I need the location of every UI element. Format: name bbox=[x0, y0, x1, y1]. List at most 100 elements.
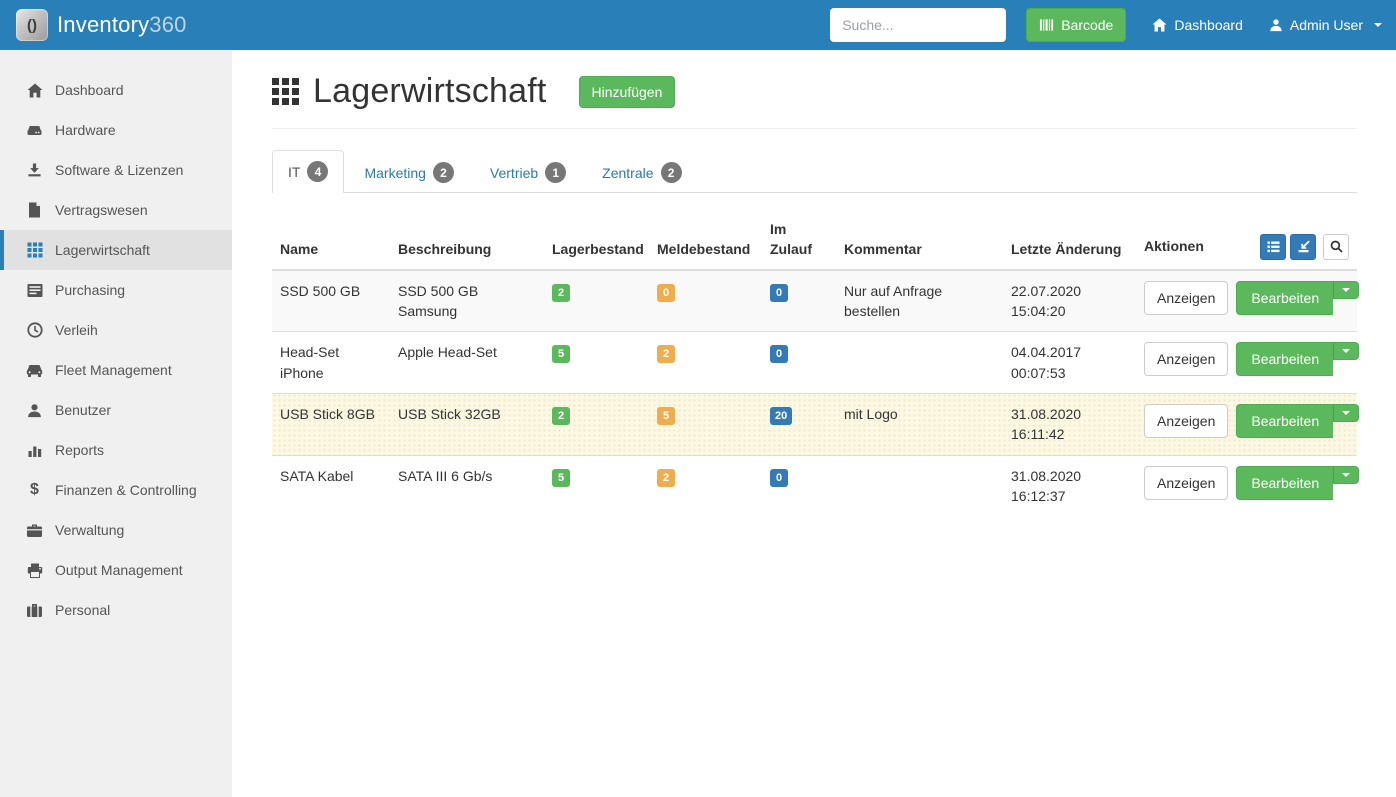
sidebar-item-verleih[interactable]: Verleih bbox=[0, 310, 232, 350]
change-date: 04.04.2017 bbox=[1011, 342, 1128, 362]
stock-table: Name Beschreibung Lagerbestand Meldebest… bbox=[272, 214, 1357, 516]
sidebar-item-reports[interactable]: Reports bbox=[0, 430, 232, 470]
item-description: Apple Head-Set bbox=[390, 332, 544, 394]
main-content: Lagerwirtschaft Hinzufügen IT 4 Marketin… bbox=[232, 50, 1396, 797]
reorder-badge: 0 bbox=[657, 284, 675, 302]
barcode-button[interactable]: Barcode bbox=[1026, 8, 1126, 42]
edit-button[interactable]: Bearbeiten bbox=[1236, 342, 1333, 376]
change-time: 16:11:42 bbox=[1011, 424, 1128, 444]
item-name: USB Stick 8GB bbox=[272, 393, 390, 455]
column-header-name: Name bbox=[272, 214, 390, 270]
sidebar: Dashboard Hardware Software & Lizenzen V… bbox=[0, 50, 232, 797]
department-tabs: IT 4 Marketing 2 Vertrieb 1 Zentrale 2 bbox=[272, 150, 1357, 193]
list-view-button[interactable] bbox=[1260, 234, 1286, 260]
document-icon bbox=[26, 202, 43, 219]
grid-icon bbox=[26, 242, 43, 259]
table-row: SATA Kabel SATA III 6 Gb/s 5 2 0 31.08.2… bbox=[272, 455, 1357, 516]
sidebar-item-lagerwirtschaft[interactable]: Lagerwirtschaft bbox=[0, 230, 232, 270]
home-icon bbox=[26, 82, 43, 99]
sidebar-item-label: Fleet Management bbox=[55, 362, 172, 378]
brand-suffix: 360 bbox=[149, 12, 186, 37]
change-time: 15:04:20 bbox=[1011, 301, 1128, 321]
change-date: 22.07.2020 bbox=[1011, 281, 1128, 301]
sidebar-item-label: Reports bbox=[55, 442, 104, 458]
sidebar-item-verwaltung[interactable]: Verwaltung bbox=[0, 510, 232, 550]
item-name: SSD 500 GB bbox=[272, 270, 390, 332]
edit-button[interactable]: Bearbeiten bbox=[1236, 404, 1333, 438]
tab-it[interactable]: IT 4 bbox=[272, 150, 344, 193]
view-button[interactable]: Anzeigen bbox=[1144, 281, 1228, 315]
last-change: 04.04.2017 00:07:53 bbox=[1003, 332, 1136, 394]
user-icon bbox=[26, 402, 43, 419]
sidebar-item-benutzer[interactable]: Benutzer bbox=[0, 390, 232, 430]
sidebar-item-label: Purchasing bbox=[55, 282, 125, 298]
sidebar-item-label: Verwaltung bbox=[55, 522, 124, 538]
brand[interactable]: () Inventory360 bbox=[16, 9, 187, 41]
user-menu[interactable]: Admin User bbox=[1269, 17, 1382, 33]
sidebar-item-personal[interactable]: Personal bbox=[0, 590, 232, 630]
view-button[interactable]: Anzeigen bbox=[1144, 342, 1228, 376]
change-time: 00:07:53 bbox=[1011, 363, 1128, 383]
edit-dropdown-toggle[interactable] bbox=[1333, 342, 1359, 360]
search-icon bbox=[1330, 240, 1343, 253]
tab-vertrieb[interactable]: Vertrieb 1 bbox=[474, 151, 582, 193]
edit-button[interactable]: Bearbeiten bbox=[1236, 466, 1333, 500]
tab-label: IT bbox=[288, 164, 300, 180]
last-change: 31.08.2020 16:12:37 bbox=[1003, 455, 1136, 516]
table-row: Head-Set iPhone Apple Head-Set 5 2 0 04.… bbox=[272, 332, 1357, 394]
tab-label: Vertrieb bbox=[490, 165, 538, 181]
tab-count-badge: 2 bbox=[433, 162, 454, 183]
sidebar-item-fleet-management[interactable]: Fleet Management bbox=[0, 350, 232, 390]
item-description: USB Stick 32GB bbox=[390, 393, 544, 455]
column-header-last-change: Letzte Änderung bbox=[1003, 214, 1136, 270]
nav-dashboard-link[interactable]: Dashboard bbox=[1152, 17, 1243, 33]
sidebar-item-vertragswesen[interactable]: Vertragswesen bbox=[0, 190, 232, 230]
inbound-badge: 0 bbox=[770, 469, 788, 487]
stock-badge: 2 bbox=[552, 407, 570, 425]
sidebar-item-hardware[interactable]: Hardware bbox=[0, 110, 232, 150]
user-icon bbox=[1269, 18, 1283, 32]
tab-zentrale[interactable]: Zentrale 2 bbox=[586, 151, 697, 193]
dollar-icon: $ bbox=[26, 482, 43, 499]
item-name: SATA Kabel bbox=[272, 455, 390, 516]
hdd-icon bbox=[26, 122, 43, 139]
sidebar-item-purchasing[interactable]: Purchasing bbox=[0, 270, 232, 310]
briefcase-icon bbox=[26, 522, 43, 539]
inbound-badge: 0 bbox=[770, 284, 788, 302]
change-date: 31.08.2020 bbox=[1011, 404, 1128, 424]
view-button[interactable]: Anzeigen bbox=[1144, 404, 1228, 438]
user-menu-label: Admin User bbox=[1290, 17, 1363, 33]
item-comment: Nur auf Anfrage bestellen bbox=[836, 270, 1003, 332]
edit-dropdown-toggle[interactable] bbox=[1333, 466, 1359, 484]
caret-down-icon bbox=[1374, 23, 1382, 27]
page-header: Lagerwirtschaft Hinzufügen bbox=[272, 72, 1357, 111]
change-time: 16:12:37 bbox=[1011, 486, 1128, 506]
search-filter-button[interactable] bbox=[1323, 234, 1349, 260]
sidebar-item-dashboard[interactable]: Dashboard bbox=[0, 70, 232, 110]
clock-icon bbox=[26, 322, 43, 339]
stock-badge: 5 bbox=[552, 345, 570, 363]
sidebar-item-finanzen-controlling[interactable]: $ Finanzen & Controlling bbox=[0, 470, 232, 510]
edit-button[interactable]: Bearbeiten bbox=[1236, 281, 1333, 315]
column-header-comment: Kommentar bbox=[836, 214, 1003, 270]
view-button[interactable]: Anzeigen bbox=[1144, 466, 1228, 500]
car-icon bbox=[26, 362, 43, 379]
export-button[interactable] bbox=[1290, 234, 1316, 260]
add-button[interactable]: Hinzufügen bbox=[579, 76, 676, 108]
item-description: SSD 500 GB Samsung bbox=[390, 270, 544, 332]
sidebar-item-output-management[interactable]: Output Management bbox=[0, 550, 232, 590]
tab-marketing[interactable]: Marketing 2 bbox=[348, 151, 469, 193]
caret-down-icon bbox=[1342, 411, 1350, 415]
export-icon bbox=[1297, 240, 1310, 253]
caret-down-icon bbox=[1342, 473, 1350, 477]
barcode-button-label: Barcode bbox=[1061, 17, 1113, 33]
edit-dropdown-toggle[interactable] bbox=[1333, 281, 1359, 299]
search-input[interactable] bbox=[830, 8, 1006, 42]
edit-dropdown-toggle[interactable] bbox=[1333, 404, 1359, 422]
sidebar-item-software-lizenzen[interactable]: Software & Lizenzen bbox=[0, 150, 232, 190]
top-navbar: () Inventory360 Barcode Dashboard Admin … bbox=[0, 0, 1396, 50]
caret-down-icon bbox=[1342, 288, 1350, 292]
inbound-badge: 20 bbox=[770, 407, 792, 425]
suitcase-icon bbox=[26, 602, 43, 619]
item-comment bbox=[836, 455, 1003, 516]
